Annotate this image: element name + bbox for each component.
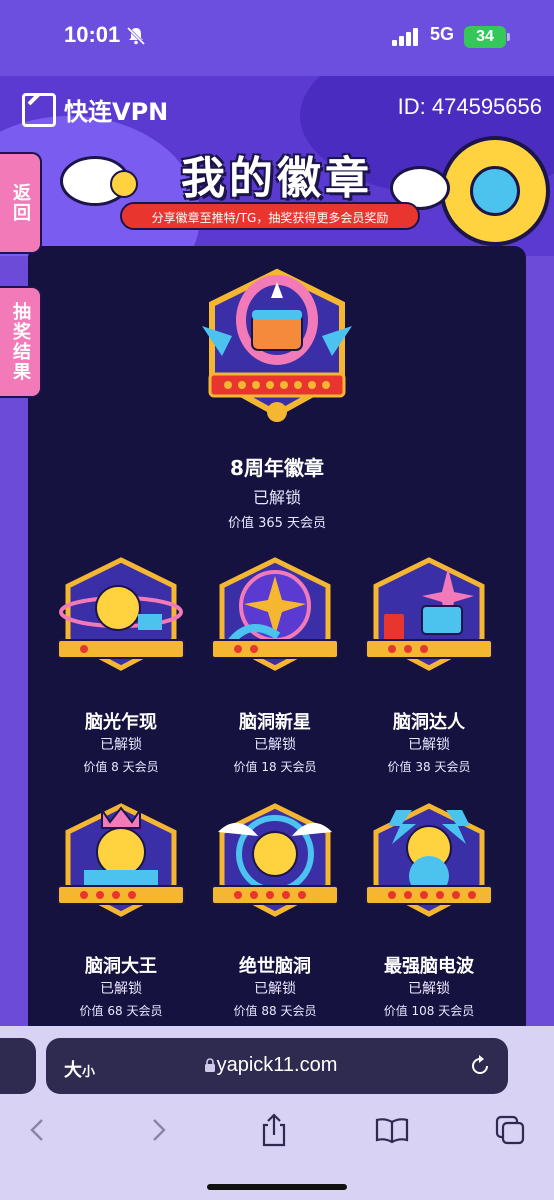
app-logo-icon: [22, 92, 56, 127]
back-icon[interactable]: [18, 1110, 58, 1150]
badge-image[interactable]: [208, 556, 342, 672]
network-type: 5G: [430, 24, 455, 44]
anniversary-badge-image[interactable]: [192, 266, 362, 426]
muted-bell-icon: [126, 26, 146, 46]
battery-indicator: 34: [464, 26, 510, 48]
badge-value: 价值 88 天会员: [233, 1004, 317, 1018]
share-icon[interactable]: [254, 1110, 294, 1150]
badge-name: 绝世脑洞: [239, 956, 311, 977]
badge-value: 价值 38 天会员: [387, 760, 471, 774]
reload-icon[interactable]: [468, 1054, 492, 1078]
lottery-results-tab[interactable]: 抽奖结果: [0, 286, 42, 398]
tabs-icon[interactable]: [490, 1110, 530, 1150]
badge-status: 已解锁: [100, 737, 142, 753]
featured-badge-status: 已解锁: [252, 488, 301, 507]
badge-status: 已解锁: [254, 737, 296, 753]
status-bar: 10:01 5G 34: [0, 0, 554, 76]
badge-name: 脑光乍现: [85, 712, 157, 733]
address-bar[interactable]: 大小 yapick11.com: [46, 1038, 508, 1094]
badge-image[interactable]: [362, 802, 496, 918]
previous-tab-preview[interactable]: [0, 1038, 36, 1094]
brand: 快连VPN: [22, 92, 168, 127]
browser-nav-row: [0, 1110, 554, 1170]
cellular-signal-icon: [392, 26, 422, 46]
badge-status: 已解锁: [100, 981, 142, 997]
badge-name: 最强脑电波: [384, 956, 474, 977]
home-indicator: [207, 1184, 347, 1190]
featured-badge-name: 8周年徽章: [230, 456, 324, 480]
featured-badge-value: 价值 365 天会员: [227, 516, 327, 531]
badge-value: 价值 68 天会员: [79, 1004, 163, 1018]
back-tab[interactable]: 返回: [0, 152, 42, 254]
bookmarks-icon[interactable]: [372, 1110, 412, 1150]
badge-image[interactable]: [208, 802, 342, 918]
status-time: 10:01: [64, 22, 121, 47]
badge-status: 已解锁: [254, 981, 296, 997]
app-name: 快连VPN: [64, 98, 169, 126]
user-id: ID: 474595656: [397, 94, 542, 119]
badge-value: 价值 108 天会员: [383, 1004, 475, 1018]
badge-status: 已解锁: [408, 737, 450, 753]
badge-name: 脑洞大王: [85, 956, 157, 977]
forward-icon[interactable]: [138, 1110, 178, 1150]
url-text: yapick11.com: [216, 1054, 338, 1076]
browser-toolbar: 大小 yapick11.com: [0, 1026, 554, 1200]
badge-value: 价值 8 天会员: [83, 760, 159, 774]
badge-image[interactable]: [362, 556, 496, 672]
page-title: 我的徽章: [181, 153, 373, 204]
badge-image[interactable]: [54, 556, 188, 672]
badge-status: 已解锁: [408, 981, 450, 997]
badge-value: 价值 18 天会员: [233, 760, 317, 774]
badge-image[interactable]: [54, 802, 188, 918]
badge-name: 脑洞达人: [393, 712, 465, 733]
badge-name: 脑洞新星: [239, 712, 311, 733]
subtitle-banner: 分享徽章至推特/TG，抽奖获得更多会员奖励: [120, 202, 420, 230]
badge-panel: 8周年徽章 已解锁 价值 365 天会员 脑光乍现 已解锁 价值 8 天会员 脑…: [28, 246, 526, 1036]
